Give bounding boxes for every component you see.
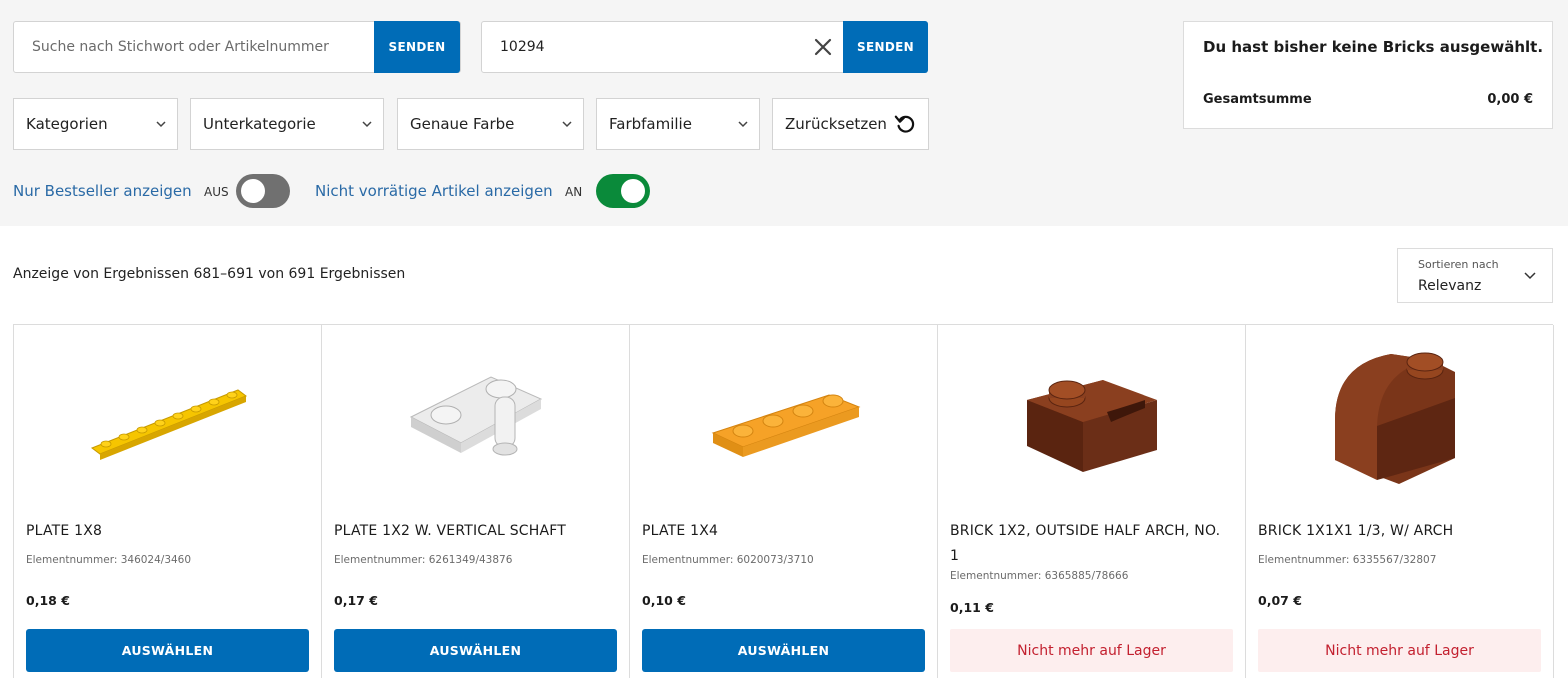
keyword-send-button[interactable]: SENDEN	[374, 21, 460, 73]
element-number: Elementnummer: 6335567/32807	[1258, 554, 1437, 566]
subcategory-label: Unterkategorie	[203, 115, 316, 133]
chevron-down-icon	[1524, 272, 1536, 280]
summary-message: Du hast bisher keine Bricks ausgewählt.	[1203, 38, 1544, 56]
element-number: Elementnummer: 6261349/43876	[334, 554, 513, 566]
sort-value: Relevanz	[1418, 278, 1482, 294]
product-image	[322, 325, 629, 505]
element-number: Elementnummer: 6365885/78666	[950, 570, 1129, 582]
color-family-dropdown[interactable]: Farbfamilie	[596, 98, 760, 150]
bestseller-toggle[interactable]	[236, 174, 290, 208]
product-card: PLATE 1X4 Elementnummer: 6020073/3710 0,…	[630, 325, 938, 678]
filter-panel: SENDEN SENDEN Kategorien Unterkategorie …	[0, 0, 1568, 226]
plate-1x4-icon	[711, 394, 860, 457]
out-of-stock-notice: Nicht mehr auf Lager	[1258, 629, 1541, 672]
select-button[interactable]: AUSWÄHLEN	[26, 629, 309, 672]
bestseller-toggle-label[interactable]: Nur Bestseller anzeigen	[13, 182, 192, 200]
product-name: BRICK 1X2, OUTSIDE HALF ARCH, NO. 1	[950, 523, 1221, 564]
categories-dropdown[interactable]: Kategorien	[13, 98, 178, 150]
product-name: PLATE 1X2 W. VERTICAL SCHAFT	[334, 523, 567, 539]
product-image	[1246, 325, 1553, 505]
chevron-down-icon	[156, 121, 166, 128]
product-card: PLATE 1X2 W. VERTICAL SCHAFT Elementnumm…	[322, 325, 630, 678]
brick-half-arch-icon	[1026, 380, 1157, 472]
product-card: PLATE 1X8 Elementnummer: 346024/3460 0,1…	[14, 325, 322, 678]
out-of-stock-notice: Nicht mehr auf Lager	[950, 629, 1233, 672]
selection-summary: Du hast bisher keine Bricks ausgewählt. …	[1183, 21, 1553, 129]
chevron-down-icon	[738, 121, 748, 128]
total-value: 0,00 €	[1487, 92, 1533, 107]
product-price: 0,18 €	[26, 593, 70, 608]
reset-button[interactable]: Zurücksetzen	[772, 98, 929, 150]
plate-1x8-icon	[90, 389, 247, 460]
product-name: PLATE 1X4	[642, 523, 719, 539]
reset-label: Zurücksetzen	[785, 115, 887, 133]
exact-color-dropdown[interactable]: Genaue Farbe	[397, 98, 584, 150]
subcategory-dropdown[interactable]: Unterkategorie	[190, 98, 384, 150]
product-card: BRICK 1X1X1 1/3, W/ ARCH Elementnummer: …	[1246, 325, 1554, 678]
out-of-stock-toggle-state: AN	[565, 185, 583, 199]
clear-icon[interactable]	[813, 37, 833, 57]
brick-arch-icon	[1334, 352, 1455, 484]
results-count: Anzeige von Ergebnissen 681–691 von 691 …	[13, 266, 406, 282]
product-price: 0,07 €	[1258, 593, 1302, 608]
sort-dropdown[interactable]: Sortieren nach Relevanz	[1397, 248, 1553, 303]
total-label: Gesamtsumme	[1203, 92, 1312, 107]
select-button[interactable]: AUSWÄHLEN	[642, 629, 925, 672]
bestseller-toggle-state: AUS	[204, 185, 229, 199]
product-image	[14, 325, 321, 505]
color-family-label: Farbfamilie	[609, 115, 692, 133]
product-image	[630, 325, 937, 505]
plate-1x2-shaft-icon	[409, 376, 542, 456]
out-of-stock-toggle[interactable]	[596, 174, 650, 208]
reset-icon	[894, 115, 915, 133]
select-button[interactable]: AUSWÄHLEN	[334, 629, 617, 672]
product-price: 0,17 €	[334, 593, 378, 608]
toggle-knob	[241, 179, 265, 203]
product-card: BRICK 1X2, OUTSIDE HALF ARCH, NO. 1 Elem…	[938, 325, 1246, 678]
product-name: BRICK 1X1X1 1/3, W/ ARCH	[1258, 523, 1454, 539]
out-of-stock-toggle-label[interactable]: Nicht vorrätige Artikel anzeigen	[315, 182, 553, 200]
product-name: PLATE 1X8	[26, 523, 103, 539]
product-price: 0,10 €	[642, 593, 686, 608]
chevron-down-icon	[562, 121, 572, 128]
chevron-down-icon	[362, 121, 372, 128]
set-send-button[interactable]: SENDEN	[843, 21, 928, 73]
product-price: 0,11 €	[950, 600, 994, 615]
product-image	[938, 325, 1245, 505]
exact-color-label: Genaue Farbe	[410, 115, 515, 133]
element-number: Elementnummer: 6020073/3710	[642, 554, 814, 566]
categories-label: Kategorien	[26, 115, 108, 133]
product-grid: PLATE 1X8 Elementnummer: 346024/3460 0,1…	[13, 324, 1554, 678]
toggle-knob	[621, 179, 645, 203]
element-number: Elementnummer: 346024/3460	[26, 554, 192, 566]
sort-label: Sortieren nach	[1418, 258, 1499, 271]
